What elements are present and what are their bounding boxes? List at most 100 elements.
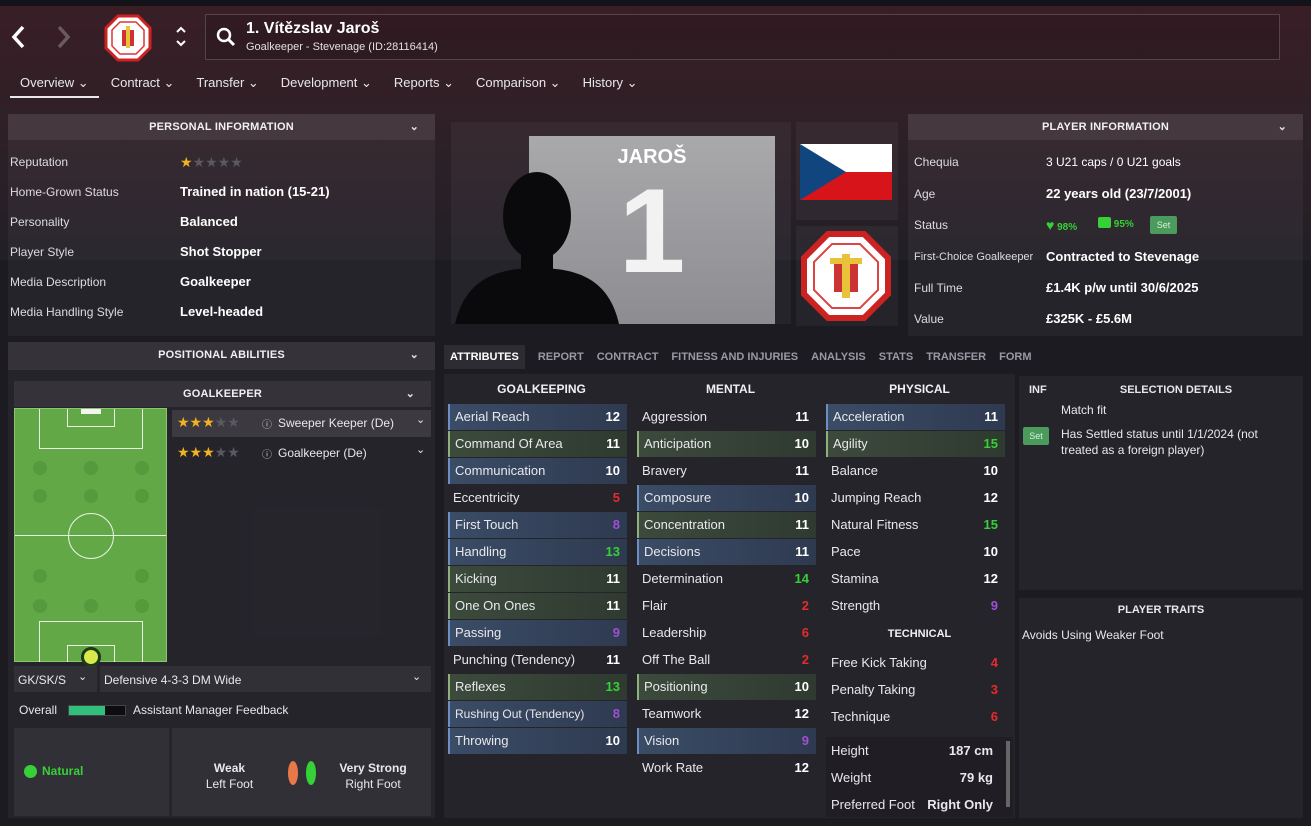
player-silhouette-icon bbox=[455, 172, 619, 324]
role-select[interactable]: GK/SK/S ⌄ bbox=[14, 666, 97, 692]
tab-reports[interactable]: Reports ⌄ bbox=[384, 70, 464, 98]
attribute-value: 12 bbox=[983, 571, 998, 586]
attribute-row[interactable]: Work Rate 12 bbox=[637, 755, 816, 781]
goalkeeping-title: GOALKEEPING bbox=[497, 382, 586, 396]
tab-transfer[interactable]: Transfer ⌄ bbox=[186, 70, 268, 98]
forward-button[interactable] bbox=[52, 22, 74, 52]
goalkeeper-subheader[interactable]: GOALKEEPER ⌄ bbox=[14, 381, 431, 407]
attribute-name: Kicking bbox=[455, 571, 497, 586]
attribute-row[interactable]: Eccentricity 5 bbox=[448, 485, 627, 511]
attribute-row[interactable]: First Touch 8 bbox=[448, 512, 627, 538]
attribute-row[interactable]: Handling 13 bbox=[448, 539, 627, 565]
attribute-row[interactable]: Leadership 6 bbox=[637, 620, 816, 646]
attribute-name: Passing bbox=[455, 625, 502, 640]
attribute-name: Eccentricity bbox=[453, 490, 520, 505]
search-box[interactable]: 1. Vítězslav Jaroš Goalkeeper - Stevenag… bbox=[205, 14, 1280, 60]
attribute-row[interactable]: Acceleration 11 bbox=[826, 404, 1005, 430]
attribute-row[interactable]: Aggression 11 bbox=[637, 404, 816, 430]
info-row-status: Status ♥ 98% 95% Set bbox=[908, 210, 1303, 240]
tab-development[interactable]: Development ⌄ bbox=[271, 70, 382, 98]
club-badge[interactable] bbox=[104, 14, 152, 62]
player-switcher[interactable] bbox=[174, 24, 188, 50]
scrollbar[interactable] bbox=[1006, 741, 1010, 807]
attribute-row[interactable]: Communication 10 bbox=[448, 458, 627, 484]
position-dot bbox=[33, 569, 47, 583]
attribute-row[interactable]: Balance 10 bbox=[826, 458, 1005, 484]
chevron-down-icon: ⌄ bbox=[1277, 121, 1287, 133]
attribute-row[interactable]: Anticipation 10 bbox=[637, 431, 816, 457]
subtab-contract[interactable]: CONTRACT bbox=[597, 351, 659, 363]
attribute-row[interactable]: Flair 2 bbox=[637, 593, 816, 619]
attribute-row[interactable]: Concentration 11 bbox=[637, 512, 816, 538]
attribute-row[interactable]: Determination 14 bbox=[637, 566, 816, 592]
attribute-row[interactable]: Passing 9 bbox=[448, 620, 627, 646]
role-row-sweeper-keeper[interactable]: ★★★★★ ⓘ Sweeper Keeper (De) ⌄ bbox=[172, 410, 431, 437]
attribute-value: 12 bbox=[794, 760, 809, 775]
attribute-row[interactable]: Vision 9 bbox=[637, 728, 816, 754]
nation-flag-box[interactable] bbox=[796, 122, 898, 220]
attribute-row[interactable]: Composure 10 bbox=[637, 485, 816, 511]
subtab-attributes[interactable]: ATTRIBUTES bbox=[444, 345, 525, 369]
attribute-row[interactable]: Teamwork 12 bbox=[637, 701, 816, 727]
attribute-row[interactable]: Agility 15 bbox=[826, 431, 1005, 457]
attribute-row[interactable]: Jumping Reach 12 bbox=[826, 485, 1005, 511]
set-selection-button[interactable]: Set bbox=[1023, 427, 1049, 445]
player-info-header[interactable]: PLAYER INFORMATION ⌄ bbox=[908, 114, 1303, 140]
positional-header[interactable]: POSITIONAL ABILITIES ⌄ bbox=[8, 342, 435, 370]
tactic-select[interactable]: Defensive 4-3-3 DM Wide ⌄ bbox=[100, 666, 431, 692]
back-button[interactable] bbox=[8, 22, 30, 52]
condition-indicator: ♥ 98% bbox=[1046, 217, 1078, 233]
subtab-transfer[interactable]: TRANSFER bbox=[926, 351, 986, 363]
subtab-form[interactable]: FORM bbox=[999, 351, 1031, 363]
player-name: 1. Vítězslav Jaroš bbox=[246, 20, 380, 37]
attribute-row[interactable]: Stamina 12 bbox=[826, 566, 1005, 592]
club-crest-icon bbox=[801, 231, 891, 321]
personal-info-panel: PERSONAL INFORMATION ⌄ Reputation ★★★★★ … bbox=[8, 114, 435, 336]
attribute-row[interactable]: One On Ones 11 bbox=[448, 593, 627, 619]
attribute-row[interactable]: Strength 9 bbox=[826, 593, 1005, 619]
tab-history[interactable]: History ⌄ bbox=[573, 70, 648, 98]
attribute-row[interactable]: Technique 6 bbox=[826, 704, 1005, 730]
tab-comparison[interactable]: Comparison ⌄ bbox=[466, 70, 571, 98]
attribute-value: 11 bbox=[606, 598, 620, 613]
attribute-name: Work Rate bbox=[642, 760, 704, 775]
tab-overview[interactable]: Overview ⌄ bbox=[10, 70, 99, 98]
attribute-row[interactable]: Punching (Tendency) 11 bbox=[448, 647, 627, 673]
attribute-row[interactable]: Kicking 11 bbox=[448, 566, 627, 592]
attribute-row[interactable]: Free Kick Taking 4 bbox=[826, 650, 1005, 676]
attribute-row[interactable]: Command Of Area 11 bbox=[448, 431, 627, 457]
attribute-row[interactable]: Bravery 11 bbox=[637, 458, 816, 484]
attribute-value: 11 bbox=[795, 517, 809, 532]
attribute-row[interactable]: Penalty Taking 3 bbox=[826, 677, 1005, 703]
centre-circle bbox=[68, 513, 114, 559]
subtab-report[interactable]: REPORT bbox=[538, 351, 584, 363]
attribute-row[interactable]: Throwing 10 bbox=[448, 728, 627, 754]
attribute-row[interactable]: Reflexes 13 bbox=[448, 674, 627, 700]
subtab-stats[interactable]: STATS bbox=[879, 351, 913, 363]
chevron-down-icon: ⌄ bbox=[412, 671, 422, 683]
body-stats-box: Height 187 cm Weight 79 kg Preferred Foo… bbox=[826, 737, 1013, 817]
tab-contract[interactable]: Contract ⌄ bbox=[101, 70, 185, 98]
role-stars: ★★★★★ bbox=[177, 414, 240, 430]
subtab-analysis[interactable]: ANALYSIS bbox=[811, 351, 866, 363]
personal-info-header[interactable]: PERSONAL INFORMATION ⌄ bbox=[8, 114, 435, 140]
natural-dot-icon bbox=[24, 765, 37, 778]
attribute-row[interactable]: Decisions 11 bbox=[637, 539, 816, 565]
set-status-button[interactable]: Set bbox=[1150, 216, 1177, 234]
club-badge-box[interactable] bbox=[796, 226, 898, 326]
attribute-value: 10 bbox=[983, 463, 998, 478]
role-row-goalkeeper[interactable]: ★★★★★ ⓘ Goalkeeper (De) ⌄ bbox=[172, 440, 431, 467]
attribute-row[interactable]: Off The Ball 2 bbox=[637, 647, 816, 673]
physical-title: PHYSICAL bbox=[889, 382, 950, 396]
attribute-value: 12 bbox=[983, 490, 998, 505]
info-row-personality: Personality Balanced bbox=[10, 214, 238, 229]
attribute-row[interactable]: Rushing Out (Tendency) 8 bbox=[448, 701, 627, 727]
position-dot bbox=[84, 489, 98, 503]
subtab-fitness[interactable]: FITNESS AND INJURIES bbox=[671, 351, 798, 363]
attribute-row[interactable]: Pace 10 bbox=[826, 539, 1005, 565]
chevron-down-icon: ⌄ bbox=[416, 414, 426, 426]
chevron-right-icon bbox=[57, 25, 71, 49]
attribute-row[interactable]: Natural Fitness 15 bbox=[826, 512, 1005, 538]
attribute-row[interactable]: Positioning 10 bbox=[637, 674, 816, 700]
attribute-row[interactable]: Aerial Reach 12 bbox=[448, 404, 627, 430]
